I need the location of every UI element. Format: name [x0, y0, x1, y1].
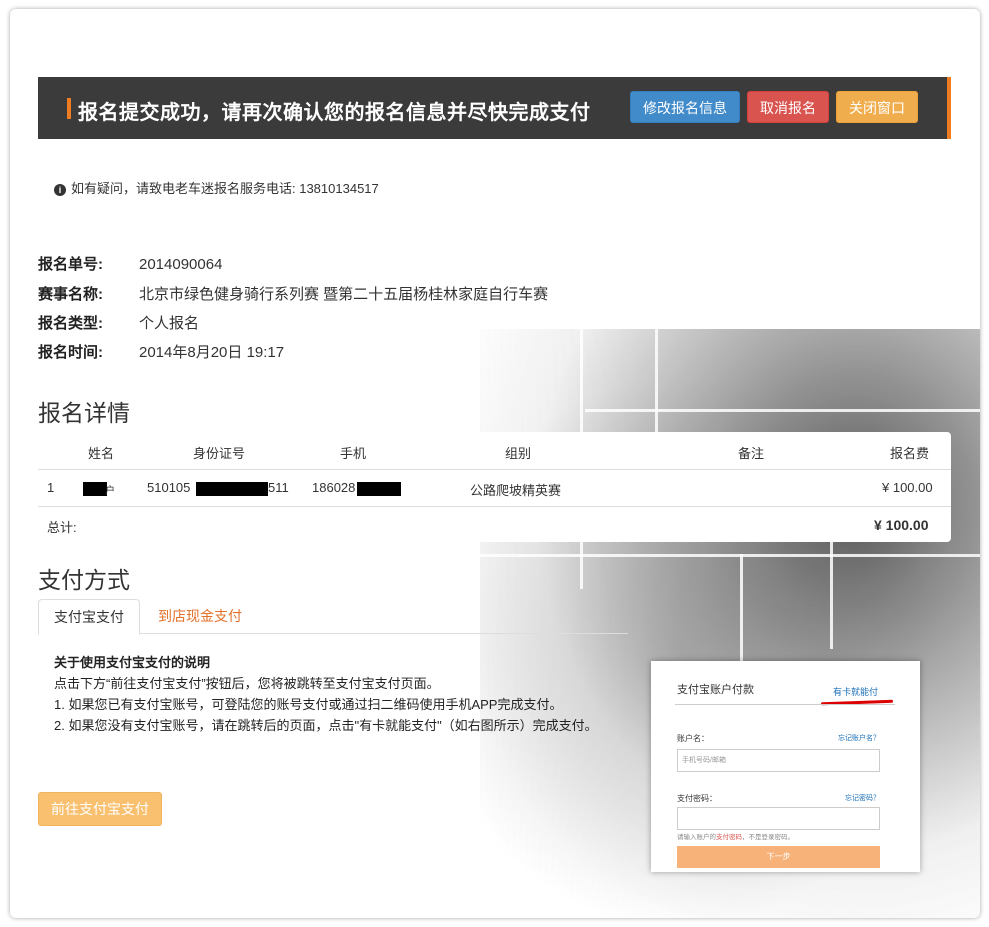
- cancel-registration-button[interactable]: 取消报名: [747, 91, 829, 123]
- alipay-account-label: 账户名：: [677, 734, 709, 743]
- row-name: 户: [105, 486, 115, 497]
- page-frame: 报名提交成功，请再次确认您的报名信息并尽快完成支付 修改报名信息 取消报名 关闭…: [10, 9, 980, 918]
- alipay-password-input: [677, 807, 880, 830]
- info-icon: i: [54, 184, 66, 196]
- alipay-account-input: 手机号码/邮箱: [677, 749, 880, 772]
- alipay-forgot-account: 忘记账户名？: [838, 735, 880, 742]
- order-number-label: 报名单号:: [38, 256, 103, 273]
- row-group: 公路爬坡精英赛: [470, 483, 562, 498]
- registration-type-label: 报名类型:: [38, 315, 103, 332]
- registration-type-value: 个人报名: [139, 315, 200, 332]
- alipay-password-label: 支付密码：: [677, 794, 717, 803]
- payment-section-title: 支付方式: [38, 567, 130, 593]
- column-header-note: 备注: [738, 446, 765, 461]
- details-section-title: 报名详情: [38, 400, 130, 426]
- alipay-forgot-password: 忘记密码？: [845, 795, 880, 802]
- column-header-phone: 手机: [340, 446, 367, 461]
- event-name-value: 北京市绿色健身骑行系列赛 暨第二十五届杨桂林家庭自行车赛: [139, 286, 549, 303]
- row-index: 1: [47, 480, 55, 495]
- instruction-line: 2. 如果您没有支付宝账号，请在跳转后的页面，点击"有卡就能支付"（如右图所示）…: [54, 718, 598, 733]
- row-phone-prefix: 186028: [312, 480, 356, 495]
- column-header-fee: 报名费: [890, 446, 930, 461]
- success-header-bar: 报名提交成功，请再次确认您的报名信息并尽快完成支付 修改报名信息 取消报名 关闭…: [38, 77, 951, 139]
- alipay-title: 支付宝账户付款: [677, 684, 754, 696]
- payment-tabs: 支付宝支付 到店现金支付: [38, 599, 628, 635]
- close-window-button[interactable]: 关闭窗口: [836, 91, 918, 123]
- total-label: 总计:: [47, 520, 77, 535]
- help-notice: i 如有疑问，请致电老车迷报名服务电话: 13810134517: [54, 178, 379, 197]
- registration-time-value: 2014年8月20日 19:17: [139, 344, 285, 361]
- alipay-example-screenshot: 支付宝账户付款 有卡就能付 账户名： 忘记账户名？ 手机号码/邮箱 支付密码： …: [651, 661, 920, 872]
- help-notice-text: 如有疑问，请致电老车迷报名服务电话: 13810134517: [71, 181, 379, 196]
- hint-highlight: 支付密码: [716, 834, 742, 841]
- tab-cash-in-store[interactable]: 到店现金支付: [145, 599, 255, 635]
- header-title: 报名提交成功，请再次确认您的报名信息并尽快完成支付: [78, 102, 591, 124]
- alipay-password-hint: 请输入账户的支付密码，不是登录密码。: [677, 831, 794, 841]
- table-row-divider: [38, 506, 951, 507]
- alipay-card-link: 有卡就能付: [833, 687, 879, 697]
- event-name-label: 赛事名称:: [38, 286, 103, 303]
- row-id-suffix: 511: [268, 480, 289, 495]
- column-header-id: 身份证号: [193, 446, 246, 461]
- redaction-bar: [196, 482, 268, 496]
- hint-text: ，不是登录密码。: [742, 834, 794, 841]
- row-id-prefix: 510105: [147, 480, 191, 495]
- event-name-field: 赛事名称: 北京市绿色健身骑行系列赛 暨第二十五届杨桂林家庭自行车赛: [38, 283, 548, 304]
- go-to-alipay-button[interactable]: 前往支付宝支付: [38, 792, 162, 826]
- alipay-title-divider: [675, 704, 895, 705]
- instruction-line: 1. 如果您已有支付宝账号，可登陆您的账号支付或通过扫二维码使用手机APP完成支…: [54, 697, 563, 712]
- tab-alipay[interactable]: 支付宝支付: [38, 599, 140, 635]
- column-header-group: 组别: [505, 446, 532, 461]
- registration-time-field: 报名时间: 2014年8月20日 19:17: [38, 341, 284, 362]
- table-header-divider: [38, 469, 951, 470]
- column-header-name: 姓名: [88, 446, 115, 461]
- order-number-field: 报名单号: 2014090064: [38, 253, 222, 274]
- alipay-next-button: 下一步: [677, 846, 880, 868]
- redaction-bar: [357, 482, 401, 496]
- registration-type-field: 报名类型: 个人报名: [38, 312, 199, 333]
- alipay-instructions: 关于使用支付宝支付的说明 点击下方“前往支付宝支付”按钮后，您将被跳转至支付宝支…: [54, 652, 624, 736]
- instruction-line: 点击下方“前往支付宝支付”按钮后，您将被跳转至支付宝支付页面。: [54, 676, 440, 691]
- hint-text: 请输入账户的: [677, 834, 716, 841]
- total-value: ¥ 100.00: [874, 517, 929, 533]
- row-fee: ¥ 100.00: [882, 480, 933, 495]
- order-number-value: 2014090064: [139, 256, 223, 273]
- header-accent: [67, 98, 71, 119]
- registration-details-table: 姓名 身份证号 手机 组别 备注 报名费 1 户 510105 511 1860…: [38, 432, 951, 542]
- redaction-bar: [83, 482, 107, 496]
- edit-registration-button[interactable]: 修改报名信息: [630, 91, 740, 123]
- instructions-title: 关于使用支付宝支付的说明: [54, 655, 211, 670]
- registration-time-label: 报名时间:: [38, 344, 103, 361]
